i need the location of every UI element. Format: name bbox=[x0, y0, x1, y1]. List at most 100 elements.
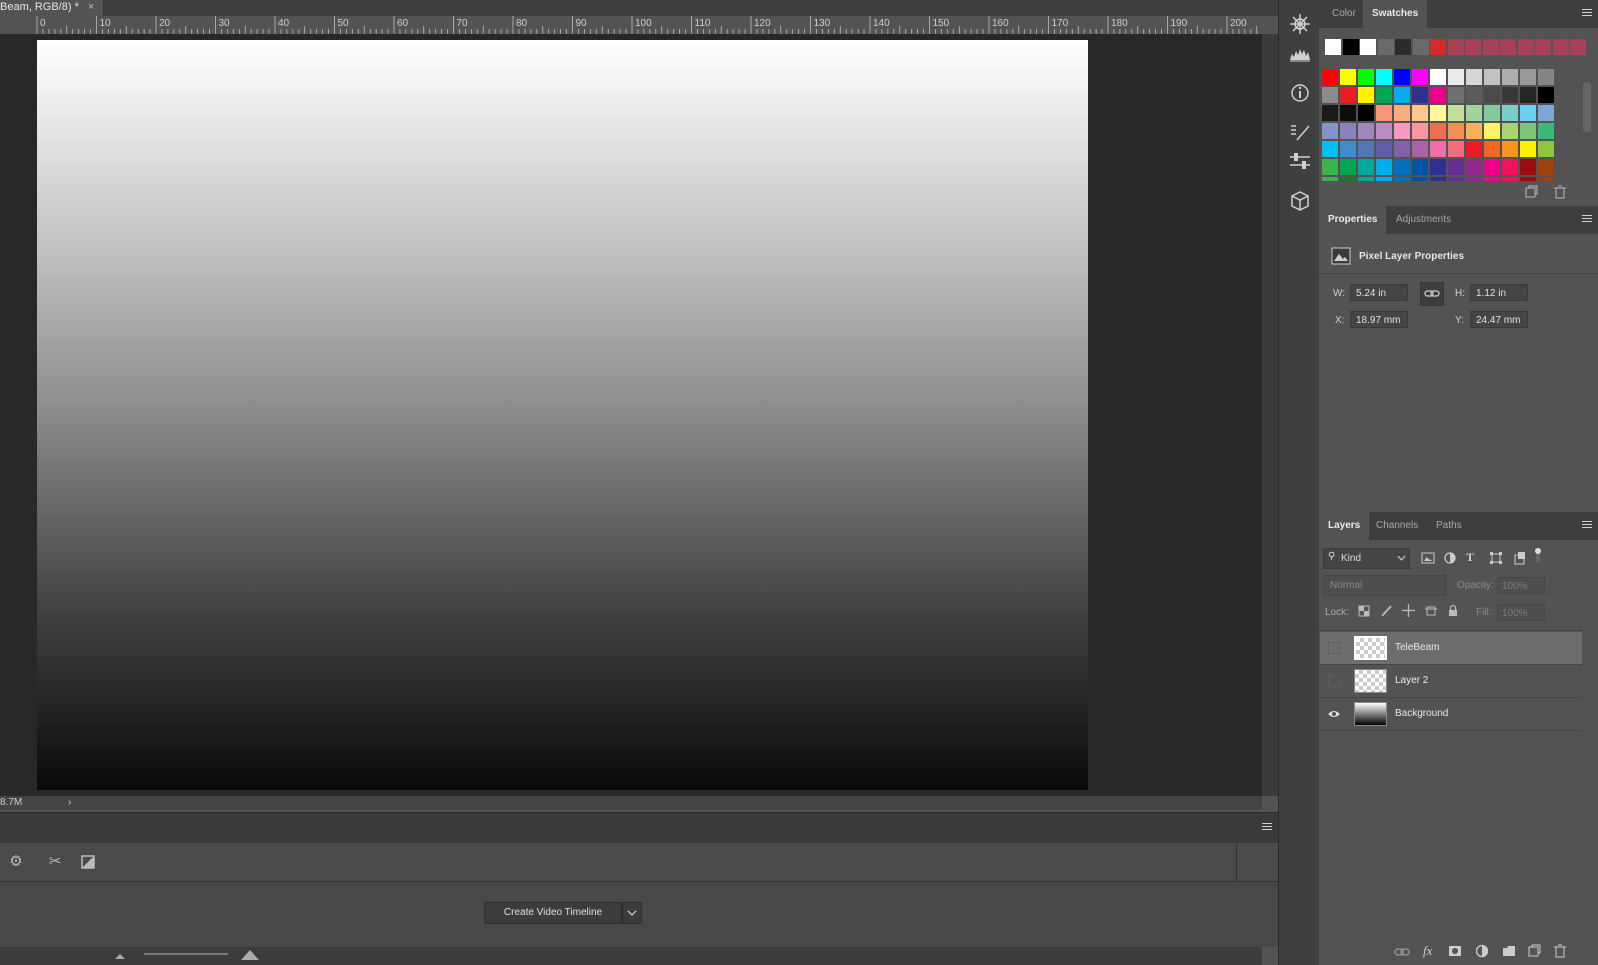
swatch-partial[interactable] bbox=[1394, 177, 1410, 181]
new-adjustment-layer-icon[interactable] bbox=[1475, 944, 1489, 958]
layer-row-telebeam[interactable]: TeleBeam bbox=[1320, 632, 1582, 665]
pixel-filter-icon[interactable] bbox=[1421, 551, 1435, 565]
swatch[interactable] bbox=[1412, 141, 1428, 157]
smart-object-filter-icon[interactable] bbox=[1513, 551, 1527, 565]
y-position-field[interactable]: 24.47 mm bbox=[1470, 311, 1528, 328]
trash-icon[interactable] bbox=[1553, 185, 1567, 199]
swatch[interactable] bbox=[1376, 123, 1392, 139]
swatch[interactable] bbox=[1538, 69, 1554, 85]
swatch[interactable] bbox=[1538, 87, 1554, 103]
tab-layers[interactable]: Layers bbox=[1319, 512, 1370, 540]
swatch[interactable] bbox=[1430, 87, 1446, 103]
layer-row-layer-2[interactable]: Layer 2 bbox=[1320, 665, 1582, 698]
brush-presets-icon[interactable] bbox=[1287, 120, 1313, 146]
layers-menu-icon[interactable] bbox=[1582, 521, 1592, 529]
link-dimensions-button[interactable] bbox=[1420, 282, 1444, 306]
swatch-partial[interactable] bbox=[1322, 177, 1338, 181]
layer-filter-kind-select[interactable]: ⚲ Kind bbox=[1323, 548, 1410, 569]
add-mask-icon[interactable] bbox=[1448, 945, 1462, 957]
width-field[interactable]: 5.24 in bbox=[1350, 284, 1408, 301]
type-filter-icon[interactable]: T bbox=[1466, 550, 1474, 565]
swatch-partial[interactable] bbox=[1376, 177, 1392, 181]
swatch[interactable] bbox=[1340, 69, 1356, 85]
navigator-icon[interactable] bbox=[1287, 11, 1313, 37]
swatch[interactable] bbox=[1502, 105, 1518, 121]
swatch[interactable] bbox=[1520, 141, 1536, 157]
swatch[interactable] bbox=[1448, 69, 1464, 85]
swatch[interactable] bbox=[1394, 87, 1410, 103]
swatch[interactable] bbox=[1376, 159, 1392, 175]
x-position-field[interactable]: 18.97 mm bbox=[1350, 311, 1408, 328]
delete-layer-trash-icon[interactable] bbox=[1553, 944, 1567, 958]
tab-color[interactable]: Color bbox=[1323, 0, 1365, 28]
swatch[interactable] bbox=[1538, 159, 1554, 175]
document-tab[interactable]: Beam, RGB/8) * × bbox=[0, 0, 103, 16]
swatch[interactable] bbox=[1466, 123, 1482, 139]
tab-properties[interactable]: Properties bbox=[1319, 206, 1387, 234]
swatch[interactable] bbox=[1448, 105, 1464, 121]
swatch-partial[interactable] bbox=[1448, 177, 1464, 181]
swatch[interactable] bbox=[1520, 123, 1536, 139]
recent-swatch[interactable] bbox=[1360, 39, 1376, 55]
zoom-slider[interactable] bbox=[144, 953, 228, 955]
recent-swatch[interactable] bbox=[1377, 39, 1394, 55]
swatch[interactable] bbox=[1502, 123, 1518, 139]
recent-swatch[interactable] bbox=[1552, 39, 1569, 55]
split-scissors-icon[interactable]: ✂ bbox=[43, 851, 67, 873]
swatch[interactable] bbox=[1520, 87, 1536, 103]
swatch[interactable] bbox=[1340, 87, 1356, 103]
link-layers-icon[interactable] bbox=[1394, 946, 1410, 958]
swatch[interactable] bbox=[1466, 105, 1482, 121]
swatches-scrollbar[interactable] bbox=[1583, 70, 1591, 180]
timeline-menu-icon[interactable] bbox=[1262, 823, 1272, 831]
swatch[interactable] bbox=[1340, 105, 1356, 121]
swatch[interactable] bbox=[1358, 69, 1374, 85]
recent-swatch[interactable] bbox=[1500, 39, 1516, 55]
recent-swatch[interactable] bbox=[1395, 39, 1411, 55]
blend-mode-select[interactable]: Normal bbox=[1323, 575, 1446, 596]
layer-visibility-toggle[interactable] bbox=[1328, 642, 1340, 654]
swatch[interactable] bbox=[1538, 123, 1554, 139]
new-group-folder-icon[interactable] bbox=[1502, 945, 1516, 957]
swatch[interactable] bbox=[1412, 159, 1428, 175]
swatch[interactable] bbox=[1484, 87, 1500, 103]
create-video-timeline-button[interactable]: Create Video Timeline bbox=[484, 902, 622, 924]
horizontal-ruler[interactable]: 0 10 20 30 40 50 60 70 80 90 100 110 120 130 140 150 160… bbox=[0, 16, 1262, 35]
eye-icon[interactable] bbox=[1327, 708, 1341, 720]
swatch-partial[interactable] bbox=[1358, 177, 1374, 181]
swatch-partial[interactable] bbox=[1430, 177, 1446, 181]
swatch-partial[interactable] bbox=[1502, 177, 1518, 181]
swatch[interactable] bbox=[1322, 69, 1338, 85]
swatch[interactable] bbox=[1502, 69, 1518, 85]
swatch[interactable] bbox=[1376, 141, 1392, 157]
recent-swatch[interactable] bbox=[1430, 39, 1446, 55]
swatch-partial[interactable] bbox=[1484, 177, 1500, 181]
swatch[interactable] bbox=[1358, 105, 1374, 121]
info-icon[interactable] bbox=[1287, 80, 1313, 106]
lock-image-pixels-icon[interactable] bbox=[1380, 605, 1392, 617]
histogram-icon[interactable] bbox=[1287, 40, 1313, 66]
swatch[interactable] bbox=[1394, 159, 1410, 175]
layer-row-background[interactable]: Background bbox=[1320, 698, 1582, 731]
lock-all-icon[interactable] bbox=[1447, 604, 1459, 617]
swatch[interactable] bbox=[1376, 105, 1392, 121]
swatch-partial[interactable] bbox=[1412, 177, 1428, 181]
swatch[interactable] bbox=[1412, 87, 1428, 103]
swatch[interactable] bbox=[1394, 141, 1410, 157]
swatch[interactable] bbox=[1502, 159, 1518, 175]
swatch[interactable] bbox=[1358, 87, 1374, 103]
recent-swatch[interactable] bbox=[1535, 39, 1551, 55]
opacity-field[interactable]: 100% bbox=[1497, 577, 1545, 594]
swatch[interactable] bbox=[1466, 159, 1482, 175]
swatch[interactable] bbox=[1358, 141, 1374, 157]
recent-swatch[interactable] bbox=[1412, 39, 1429, 55]
swatch[interactable] bbox=[1520, 69, 1536, 85]
swatch[interactable] bbox=[1322, 87, 1338, 103]
swatch[interactable] bbox=[1322, 141, 1338, 157]
3d-icon[interactable] bbox=[1287, 188, 1313, 214]
tab-paths[interactable]: Paths bbox=[1427, 512, 1471, 540]
swatch-partial[interactable] bbox=[1538, 177, 1554, 181]
swatch[interactable] bbox=[1484, 69, 1500, 85]
swatch[interactable] bbox=[1412, 123, 1428, 139]
transition-icon[interactable] bbox=[76, 851, 100, 873]
